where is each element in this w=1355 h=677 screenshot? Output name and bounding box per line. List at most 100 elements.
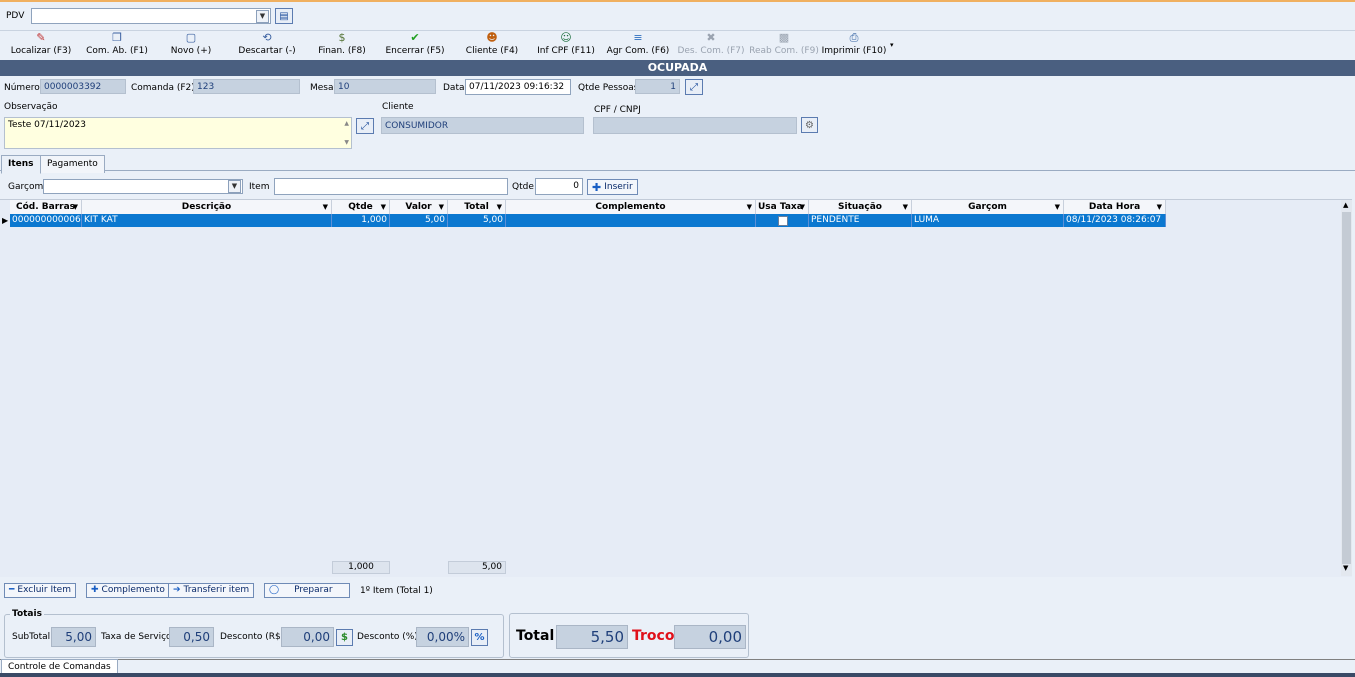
unlink-icon: ✖	[706, 31, 716, 44]
col-garcom[interactable]: Garçom ▼	[912, 200, 1064, 214]
usa-taxa-checkbox[interactable]	[778, 216, 788, 226]
desconto-label: Desconto (R$)	[220, 632, 285, 642]
window-top-accent	[0, 0, 1355, 2]
total-field: 5,50	[556, 625, 628, 649]
transferir-item-button[interactable]: ➔ Transferir item	[168, 583, 255, 598]
col-qtde[interactable]: Qtde ▼	[332, 200, 390, 214]
col-usa-taxa[interactable]: Usa Taxa ▼	[756, 200, 809, 214]
toolbar-overflow-icon[interactable]: ▾	[890, 41, 894, 49]
cell-qtde: 1,000	[332, 214, 390, 227]
scroll-down-icon[interactable]: ▼	[344, 139, 349, 146]
toolbar-button[interactable]: ⎙ Imprimir (F10)	[820, 31, 888, 59]
chevron-down-icon: ▼	[380, 203, 386, 211]
pdv-select[interactable]: ▼	[31, 8, 271, 24]
comanda-field[interactable]: 123	[193, 79, 300, 94]
toolbar-button[interactable]: ✔ Encerrar (F5)	[376, 31, 454, 59]
toolbar-button-label: Novo (+)	[170, 46, 212, 56]
col-label: Total	[464, 202, 489, 212]
edit-obs-icon[interactable]: ⤢	[356, 118, 374, 134]
desconto-pct-field[interactable]: 0,00%	[416, 627, 469, 647]
toolbar-button[interactable]: ☻ Cliente (F4)	[454, 31, 530, 59]
edit-pessoas-icon[interactable]: ⤢	[685, 79, 703, 95]
reopen-icon: ▩	[778, 31, 790, 44]
toolbar-button[interactable]: ✖ Des. Com. (F7)	[674, 31, 748, 59]
money-bag-icon: $	[338, 31, 346, 44]
inserir-button[interactable]: ✚ Inserir	[587, 179, 638, 195]
col-total[interactable]: Total ▼	[448, 200, 506, 214]
plus-icon: ✚	[91, 585, 99, 595]
col-complemento[interactable]: Complemento ▼	[506, 200, 756, 214]
data-field[interactable]: 07/11/2023 09:16:32	[465, 79, 571, 95]
cpf-field[interactable]	[593, 117, 797, 134]
troco-label: Troco	[632, 628, 675, 644]
pdv-list-icon[interactable]: ▤	[275, 8, 293, 24]
col-data-hora[interactable]: Data Hora ▼	[1064, 200, 1166, 214]
tabs-line	[0, 170, 1355, 171]
toolbar-button-label: Imprimir (F10)	[821, 46, 887, 56]
table-row[interactable]: 00000000000627 KIT KAT 1,000 5,00 5,00 P…	[10, 214, 1166, 227]
search-icon: ✎	[36, 31, 46, 44]
chevron-down-icon: ▼	[902, 203, 908, 211]
scroll-up-icon[interactable]: ▲	[344, 120, 349, 127]
totais-label: Totais	[10, 609, 44, 619]
users-icon: ☻	[486, 31, 498, 44]
cell-descricao: KIT KAT	[82, 214, 332, 227]
desconto-field[interactable]: 0,00	[281, 627, 334, 647]
garcom-label: Garçom	[8, 182, 44, 192]
tab-pagamento[interactable]: Pagamento	[40, 155, 105, 173]
toolbar-button[interactable]: ✎ Localizar (F3)	[4, 31, 78, 59]
status-banner: OCUPADA	[0, 60, 1355, 76]
taxa-field[interactable]: 0,50	[169, 627, 214, 647]
toolbar-button[interactable]: ☺ Inf CPF (F11)	[530, 31, 602, 59]
tab-itens[interactable]: Itens	[1, 155, 41, 174]
numero-field[interactable]: 0000003392	[40, 79, 126, 94]
garcom-select[interactable]: ▼	[43, 179, 243, 194]
col-valor[interactable]: Valor ▼	[390, 200, 448, 214]
mesa-field[interactable]: 10	[334, 79, 436, 94]
toolbar-button[interactable]: ▢ Novo (+)	[156, 31, 226, 59]
qtde-input[interactable]: 0	[535, 178, 583, 195]
subtotal-field[interactable]: 5,00	[51, 627, 96, 647]
col-label: Valor	[405, 202, 432, 212]
pessoas-field[interactable]: 1	[635, 79, 680, 94]
observacao-field[interactable]: Teste 07/11/2023 ▲ ▼	[4, 117, 352, 149]
col-descricao[interactable]: Descrição ▼	[82, 200, 332, 214]
cell-garcom: LUMA	[912, 214, 1064, 227]
footer-total-sum: 5,00	[448, 561, 506, 574]
inserir-label: Inserir	[604, 181, 633, 192]
data-label: Data	[443, 83, 465, 93]
chevron-down-icon: ▼	[746, 203, 752, 211]
chevron-down-icon[interactable]: ▼	[256, 10, 269, 23]
grid-scrollbar[interactable]: ▲ ▼	[1341, 200, 1352, 576]
cpf-lookup-icon[interactable]: ⚙	[801, 117, 818, 133]
new-document-icon: ▢	[185, 31, 197, 44]
excluir-item-button[interactable]: ━ Excluir Item	[4, 583, 76, 598]
chevron-down-icon: ▼	[496, 203, 502, 211]
toolbar-button[interactable]: $ Finan. (F8)	[308, 31, 376, 59]
col-situacao[interactable]: Situação ▼	[809, 200, 912, 214]
numero-label: Número	[4, 83, 40, 93]
percent-icon[interactable]: %	[471, 629, 488, 646]
scroll-down-icon[interactable]: ▼	[1343, 564, 1348, 572]
toolbar-button[interactable]: ⟲ Descartar (-)	[226, 31, 308, 59]
toolbar-button-label: Reab Com. (F9)	[749, 46, 819, 56]
col-cod-barras[interactable]: Cód. Barras ▼	[10, 200, 82, 214]
scroll-up-icon[interactable]: ▲	[1343, 201, 1348, 209]
item-input[interactable]	[274, 178, 508, 195]
cliente-field[interactable]: CONSUMIDOR	[381, 117, 584, 134]
toolbar-button[interactable]: ≡ Agr Com. (F6)	[602, 31, 674, 59]
chevron-down-icon: ▼	[1054, 203, 1060, 211]
chevron-down-icon: ▼	[438, 203, 444, 211]
chevron-down-icon[interactable]: ▼	[228, 180, 241, 193]
comanda-label: Comanda (F2)	[131, 83, 195, 93]
toolbar-button[interactable]: ❐ Com. Ab. (F1)	[78, 31, 156, 59]
qtde-label: Qtde	[512, 182, 534, 192]
scroll-thumb[interactable]	[1342, 212, 1351, 564]
cpf-label: CPF / CNPJ	[594, 105, 641, 115]
toolbar-button[interactable]: ▩ Reab Com. (F9)	[748, 31, 820, 59]
preparar-button[interactable]: ◯ Preparar	[264, 583, 350, 598]
items-grid[interactable]: Cód. Barras ▼ Descrição ▼ Qtde ▼ Valor ▼ Tot…	[0, 199, 1352, 577]
chevron-down-icon: ▼	[72, 203, 78, 211]
complemento-button[interactable]: ✚ Complemento	[86, 583, 170, 598]
dollar-icon[interactable]: $	[336, 629, 353, 646]
